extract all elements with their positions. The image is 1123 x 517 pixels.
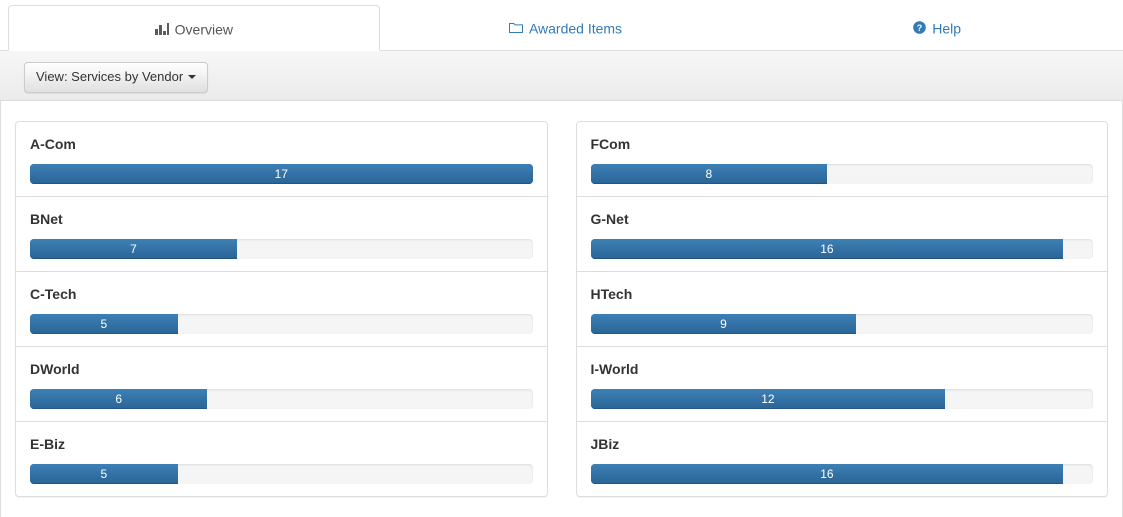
vendor-name: FCom [591, 134, 1094, 154]
vendor-name: G-Net [591, 209, 1094, 229]
folder-icon [509, 19, 523, 39]
progress-track: 6 [30, 389, 533, 409]
chevron-down-icon [188, 75, 196, 79]
list-item[interactable]: I-World 12 [577, 347, 1108, 422]
progress-track: 16 [591, 464, 1094, 484]
svg-text:?: ? [917, 23, 923, 33]
progress-track: 5 [30, 314, 533, 334]
tab-awarded-items[interactable]: Awarded Items [380, 4, 752, 51]
progress-track: 5 [30, 464, 533, 484]
list-item[interactable]: A-Com 17 [16, 122, 547, 197]
list-item[interactable]: BNet 7 [16, 197, 547, 272]
vendor-columns: A-Com 17 BNet 7 C-Tech 5 [15, 121, 1108, 497]
progress-track: 16 [591, 239, 1094, 259]
tab-help-label: Help [932, 20, 961, 36]
progress-bar: 17 [30, 164, 533, 184]
progress-track: 17 [30, 164, 533, 184]
tab-help[interactable]: ? Help [751, 4, 1123, 51]
progress-bar: 16 [591, 464, 1064, 484]
right-column: FCom 8 G-Net 16 HTech 9 [576, 121, 1109, 497]
tab-overview[interactable]: Overview [8, 5, 380, 51]
tab-overview-label: Overview [175, 21, 233, 37]
view-dropdown-label: View: Services by Vendor [36, 69, 183, 84]
left-column: A-Com 17 BNet 7 C-Tech 5 [15, 121, 548, 497]
vendor-name: HTech [591, 284, 1094, 304]
vendor-list-left: A-Com 17 BNet 7 C-Tech 5 [15, 121, 548, 497]
vendor-name: BNet [30, 209, 533, 229]
vendor-name: E-Biz [30, 434, 533, 454]
progress-bar: 7 [30, 239, 237, 259]
progress-bar: 9 [591, 314, 857, 334]
progress-bar: 6 [30, 389, 207, 409]
list-item[interactable]: DWorld 6 [16, 347, 547, 422]
progress-track: 12 [591, 389, 1094, 409]
view-dropdown-button[interactable]: View: Services by Vendor [24, 62, 208, 93]
vendor-list-right: FCom 8 G-Net 16 HTech 9 [576, 121, 1109, 497]
main-tab-bar: Overview Awarded Items ? Help [0, 0, 1123, 51]
bar-chart-icon [155, 22, 169, 35]
progress-bar: 16 [591, 239, 1064, 259]
progress-bar: 5 [30, 464, 178, 484]
vendor-name: DWorld [30, 359, 533, 379]
progress-track: 7 [30, 239, 533, 259]
list-item[interactable]: JBiz 16 [577, 422, 1108, 496]
overview-tab-panel: A-Com 17 BNet 7 C-Tech 5 [0, 101, 1123, 517]
progress-bar: 8 [591, 164, 828, 184]
list-item[interactable]: E-Biz 5 [16, 422, 547, 496]
vendor-name: C-Tech [30, 284, 533, 304]
progress-bar: 5 [30, 314, 178, 334]
list-item[interactable]: FCom 8 [577, 122, 1108, 197]
progress-bar: 12 [591, 389, 946, 409]
tab-awarded-items-label: Awarded Items [529, 20, 622, 36]
vendor-name: A-Com [30, 134, 533, 154]
list-item[interactable]: G-Net 16 [577, 197, 1108, 272]
list-item[interactable]: HTech 9 [577, 272, 1108, 347]
vendor-name: JBiz [591, 434, 1094, 454]
vendor-name: I-World [591, 359, 1094, 379]
progress-track: 9 [591, 314, 1094, 334]
view-toolbar: View: Services by Vendor [0, 51, 1123, 101]
list-item[interactable]: C-Tech 5 [16, 272, 547, 347]
progress-track: 8 [591, 164, 1094, 184]
question-circle-icon: ? [913, 19, 926, 39]
